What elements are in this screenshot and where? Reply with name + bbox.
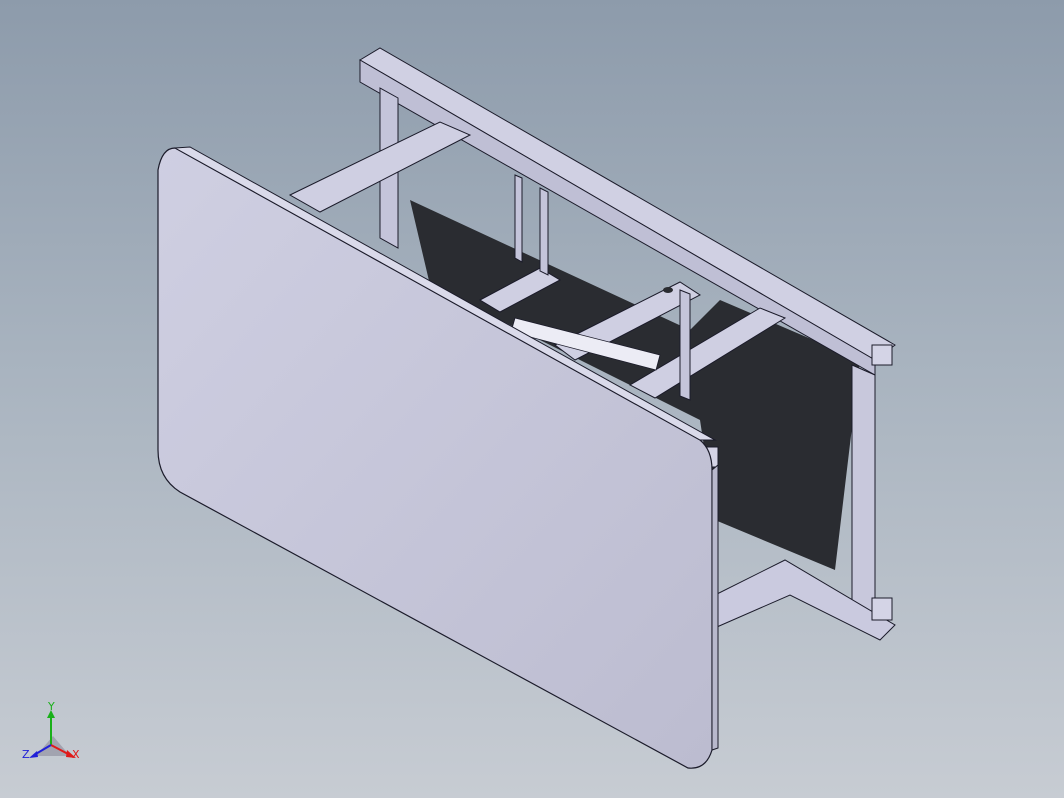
inner-post-2 xyxy=(539,187,549,276)
orientation-triad: X Y Z xyxy=(22,700,80,761)
frame-back-right-post xyxy=(851,364,876,616)
y-axis-label: Y xyxy=(47,700,55,713)
tube-end-bottom-right xyxy=(871,597,893,621)
cad-viewport[interactable]: X Y Z xyxy=(0,0,1064,798)
front-plate-right-edge xyxy=(711,463,719,751)
cad-model-view[interactable] xyxy=(0,0,1064,798)
inner-post-3 xyxy=(679,289,691,401)
x-axis-label: X xyxy=(72,748,80,761)
z-axis-label: Z xyxy=(22,748,30,761)
tube-end-top-right xyxy=(871,344,893,366)
inner-post-1 xyxy=(514,174,523,263)
z-axis-arrow xyxy=(29,751,38,758)
bolt-hole xyxy=(663,287,673,293)
